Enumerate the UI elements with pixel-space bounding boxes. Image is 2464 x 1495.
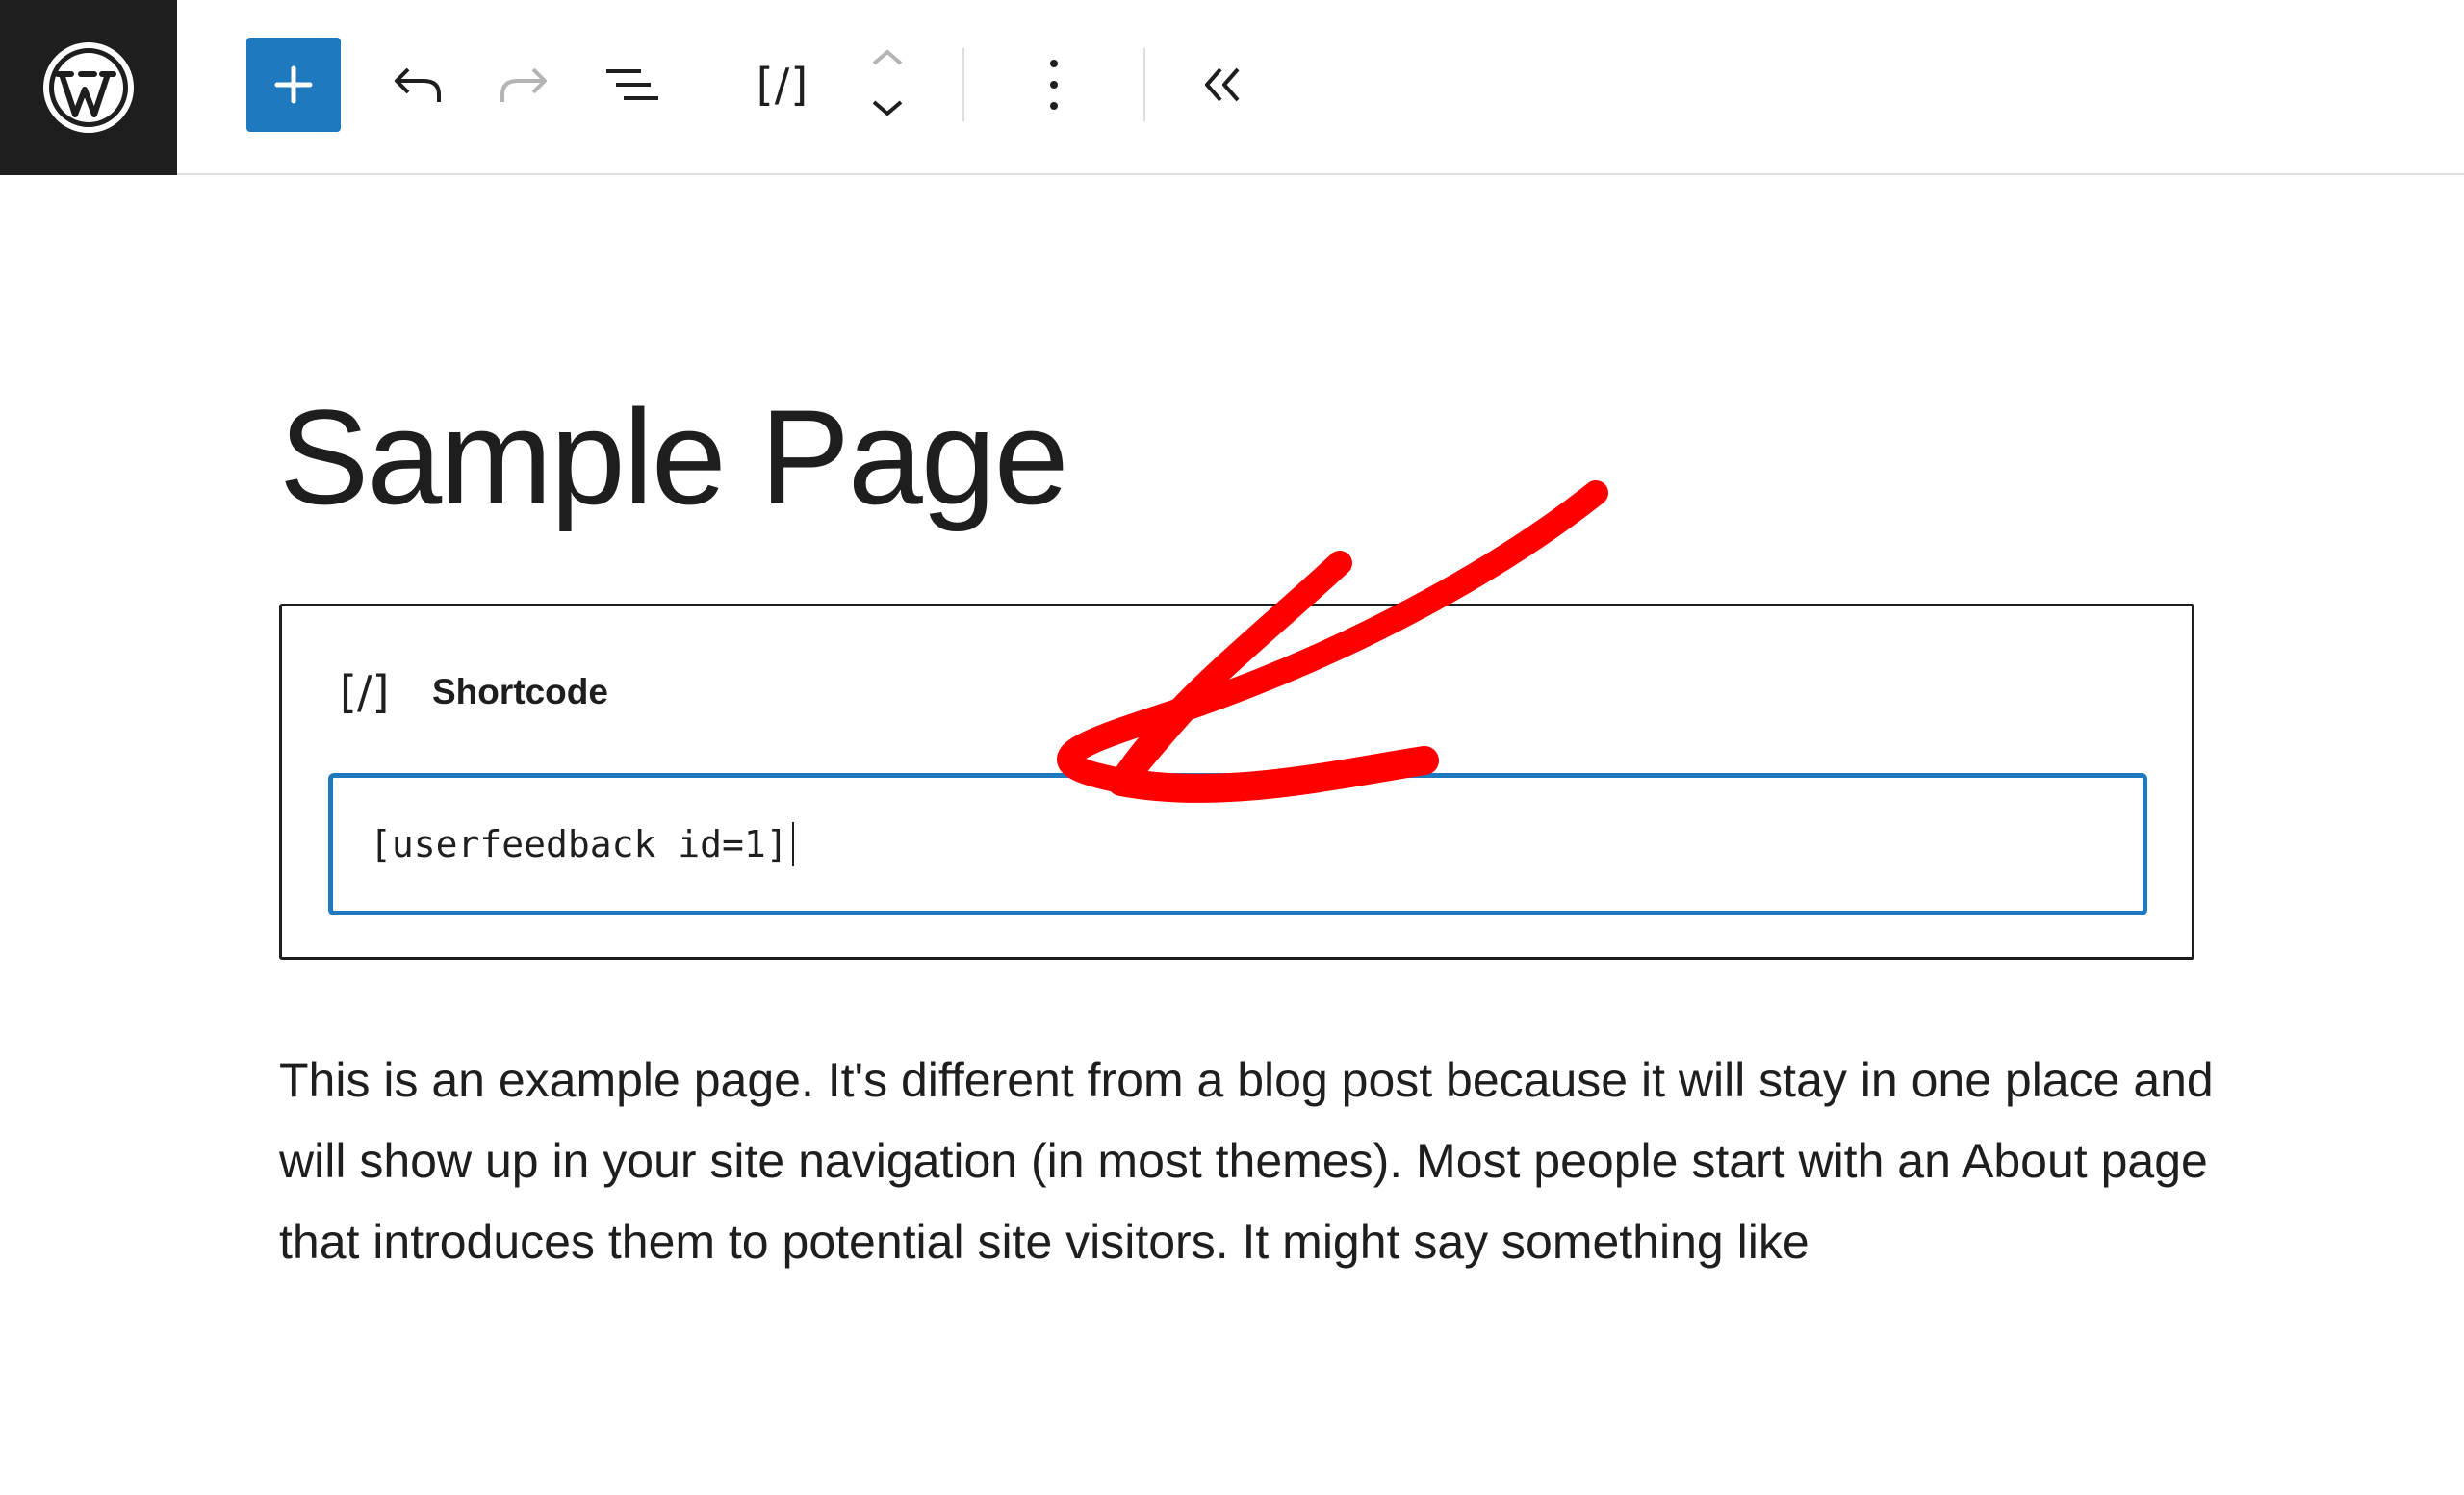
- collapse-button[interactable]: [1184, 35, 1261, 135]
- add-block-button[interactable]: [246, 38, 341, 132]
- wordpress-logo-icon: [43, 42, 134, 133]
- shortcode-icon: [/]: [340, 666, 390, 718]
- plus-icon: [274, 65, 313, 104]
- undo-icon: [395, 67, 441, 102]
- editor-app: [/] Sample Page [/] Shortcode [userfeedb…: [0, 0, 2464, 1495]
- paragraph-block[interactable]: This is an example page. It's different …: [279, 1040, 2223, 1282]
- editor-toolbar: [/]: [0, 0, 2464, 175]
- toolbar-divider: [962, 48, 964, 121]
- undo-button[interactable]: [381, 35, 454, 135]
- move-block-button[interactable]: [851, 35, 924, 135]
- move-up-down-icon: [872, 50, 903, 116]
- list-view-button[interactable]: [593, 35, 670, 135]
- redo-icon: [500, 67, 547, 102]
- clipped-text-remnant: t h i: [281, 1290, 359, 1303]
- shortcode-block-icon: [/]: [756, 59, 809, 111]
- shortcode-label: Shortcode: [432, 672, 608, 711]
- toolbar-divider: [1143, 48, 1145, 121]
- options-button[interactable]: [1020, 35, 1088, 135]
- shortcode-input[interactable]: [userfeedback id=1]: [328, 773, 2147, 915]
- shortcode-block[interactable]: [/] Shortcode [userfeedback id=1]: [279, 604, 2194, 960]
- text-caret: [791, 822, 794, 866]
- shortcode-block-header: [/] Shortcode: [340, 666, 608, 718]
- chevron-double-left-icon: [1205, 67, 1240, 102]
- page-title[interactable]: Sample Page: [279, 380, 1069, 534]
- redo-button[interactable]: [487, 35, 560, 135]
- shortcode-input-value: [userfeedback id=1]: [370, 823, 788, 865]
- more-vertical-icon: [1050, 60, 1058, 110]
- list-view-icon: [606, 69, 658, 100]
- block-type-button[interactable]: [/]: [741, 35, 824, 135]
- wordpress-logo-button[interactable]: [0, 0, 177, 175]
